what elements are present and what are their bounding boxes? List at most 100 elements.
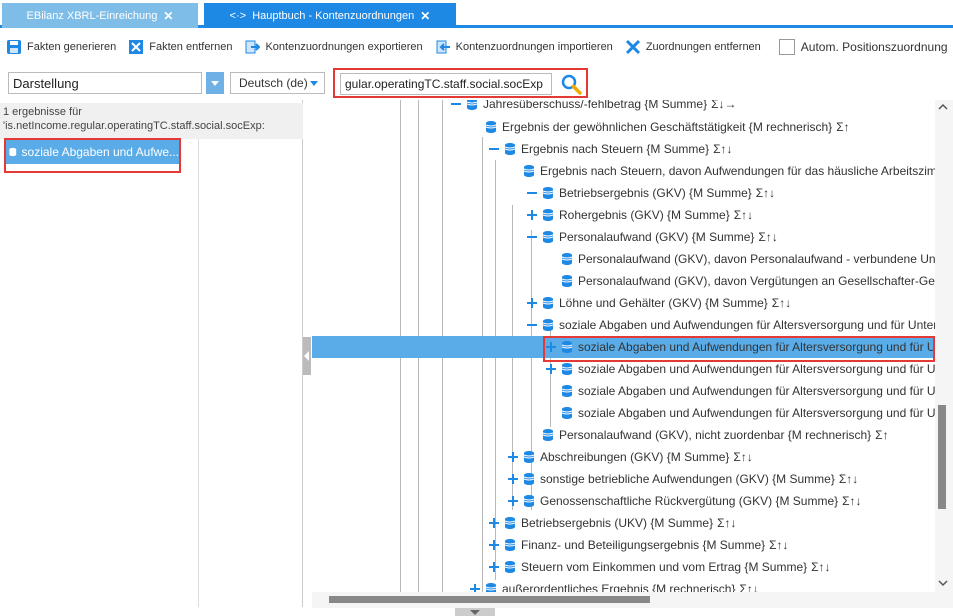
generate-facts-button[interactable]: Fakten generieren: [0, 34, 122, 60]
expand-icon[interactable]: [508, 474, 518, 484]
tree-node[interactable]: Genossenschaftliche Rückvergütung (GKV) …: [508, 492, 862, 510]
scroll-up-icon[interactable]: [938, 102, 948, 112]
tree-node-label: Löhne und Gehälter (GKV) {M Summe}: [559, 296, 768, 310]
tree-node[interactable]: soziale Abgaben und Aufwendungen für Alt…: [546, 382, 953, 400]
tree-row[interactable]: Betriebsergebnis (GKV) {M Summe} Σ↑↓: [312, 182, 953, 204]
tree-node[interactable]: außerordentliches Ergebnis {M rechnerisc…: [470, 580, 759, 592]
results-count: 1 ergebnisse für: [3, 106, 82, 118]
database-icon: [522, 472, 536, 486]
database-icon: [523, 165, 535, 177]
tree-node[interactable]: Personalaufwand (GKV) {M Summe} Σ↑↓: [527, 228, 778, 246]
database-icon: [466, 100, 478, 110]
tree-node-label: sonstige betriebliche Aufwendungen (GKV)…: [540, 472, 835, 486]
tab-ebilanz[interactable]: EBilanz XBRL-Einreichung ✕: [2, 3, 198, 28]
horizontal-scrollbar[interactable]: [312, 592, 953, 608]
expand-icon[interactable]: [489, 562, 499, 572]
auto-assign-toggle[interactable]: Autom. Positionszuordnung: [767, 39, 948, 55]
export-mappings-button[interactable]: Kontenzuordnungen exportieren: [238, 34, 428, 60]
tree-row[interactable]: Ergebnis der gewöhnlichen Geschäftstätig…: [312, 116, 953, 138]
tree-row[interactable]: soziale Abgaben und Aufwendungen für Alt…: [312, 314, 953, 336]
tree-row[interactable]: Personalaufwand (GKV), nicht zuordenbar …: [312, 424, 953, 446]
remove-facts-button[interactable]: Fakten entfernen: [122, 34, 238, 60]
tree-node[interactable]: Personalaufwand (GKV), davon Personalauf…: [546, 250, 953, 268]
close-icon[interactable]: ✕: [420, 9, 430, 23]
search-icon[interactable]: [559, 72, 583, 96]
auto-assign-checkbox[interactable]: [778, 39, 795, 55]
calc-marker: Σ↑↓: [842, 494, 862, 508]
tree-node[interactable]: Betriebsergebnis (GKV) {M Summe} Σ↑↓: [527, 184, 775, 202]
tree-node-label: Genossenschaftliche Rückvergütung (GKV) …: [540, 494, 839, 508]
import-mappings-button[interactable]: Kontenzuordnungen importieren: [429, 34, 619, 60]
expand-icon[interactable]: [527, 210, 537, 220]
calc-marker: Σ↑: [836, 120, 850, 134]
collapse-icon[interactable]: [451, 100, 461, 109]
tree-row[interactable]: Betriebsergebnis (UKV) {M Summe} Σ↑↓: [312, 512, 953, 534]
calc-marker: Σ↑↓: [838, 472, 859, 486]
scroll-down-icon[interactable]: [938, 578, 948, 588]
database-icon: [9, 147, 17, 157]
collapse-icon[interactable]: [527, 320, 537, 330]
chevron-down-icon[interactable]: [206, 72, 224, 94]
view-select[interactable]: Darstellung: [8, 72, 202, 94]
tree-node[interactable]: Finanz- und Beteiligungsergebnis {M Summ…: [489, 536, 789, 554]
vertical-scroll-thumb[interactable]: [938, 405, 946, 509]
collapse-icon[interactable]: [527, 232, 537, 242]
tree-row[interactable]: Personalaufwand (GKV) {M Summe} Σ↑↓: [312, 226, 953, 248]
tree-node-label: Abschreibungen (GKV) {M Summe}: [540, 450, 730, 464]
tree-node[interactable]: Steuern vom Einkommen und vom Ertrag {M …: [489, 558, 831, 576]
tree-node[interactable]: Personalaufwand (GKV), davon Vergütungen…: [546, 272, 953, 290]
database-icon: [560, 274, 574, 288]
tree-node[interactable]: Jahresüberschuss/-fehlbetrag {M Summe} Σ…: [451, 100, 737, 113]
tree-node[interactable]: Löhne und Gehälter (GKV) {M Summe} Σ↑↓: [527, 294, 791, 312]
vertical-scrollbar[interactable]: [935, 100, 953, 592]
results-header: 1 ergebnisse für 'is.netIncome.regular.o…: [0, 103, 303, 139]
clear-mappings-button[interactable]: Zuordnungen entfernen: [619, 34, 767, 60]
expand-icon[interactable]: [489, 540, 499, 550]
tab-hauptbuch[interactable]: <·> Hauptbuch - Kontenzuordnungen ✕: [204, 3, 456, 28]
tree-row[interactable]: Personalaufwand (GKV), davon Personalauf…: [312, 248, 953, 270]
tree-row[interactable]: soziale Abgaben und Aufwendungen für Alt…: [312, 402, 953, 424]
tree-node[interactable]: soziale Abgaben und Aufwendungen für Alt…: [546, 404, 953, 422]
tree-node[interactable]: Abschreibungen (GKV) {M Summe} Σ↑↓: [508, 448, 753, 466]
collapse-panel-handle[interactable]: [303, 337, 311, 375]
tree-row[interactable]: Ergebnis nach Steuern, davon Aufwendunge…: [312, 160, 953, 182]
tree-node[interactable]: soziale Abgaben und Aufwendungen für Alt…: [527, 316, 953, 334]
bottom-panel-handle[interactable]: [455, 608, 495, 616]
tree-node[interactable]: soziale Abgaben und Aufwendungen für Alt…: [546, 360, 953, 378]
expand-icon[interactable]: [489, 518, 499, 528]
tree-row[interactable]: außerordentliches Ergebnis {M rechnerisc…: [312, 578, 953, 592]
tree-row[interactable]: Rohergebnis (GKV) {M Summe} Σ↑↓: [312, 204, 953, 226]
close-icon[interactable]: ✕: [163, 9, 173, 23]
tree-row[interactable]: Jahresüberschuss/-fehlbetrag {M Summe} Σ…: [312, 100, 953, 115]
tree-row[interactable]: soziale Abgaben und Aufwendungen für Alt…: [312, 380, 953, 402]
tree-row[interactable]: Ergebnis nach Steuern {M Summe} Σ↑↓: [312, 138, 953, 160]
clear-mappings-label: Zuordnungen entfernen: [645, 41, 761, 53]
tree-row[interactable]: sonstige betriebliche Aufwendungen (GKV)…: [312, 468, 953, 490]
language-select[interactable]: Deutsch (de): [230, 72, 325, 94]
tree-node-label: soziale Abgaben und Aufwendungen für Alt…: [578, 406, 953, 420]
tree-node[interactable]: Personalaufwand (GKV), nicht zuordenbar …: [527, 426, 889, 444]
tree-node[interactable]: Ergebnis nach Steuern {M Summe} Σ↑↓: [489, 140, 733, 158]
expand-icon[interactable]: [546, 364, 556, 374]
tree-node[interactable]: sonstige betriebliche Aufwendungen (GKV)…: [508, 470, 858, 488]
tree-row[interactable]: Personalaufwand (GKV), davon Vergütungen…: [312, 270, 953, 292]
result-item[interactable]: soziale Abgaben und Aufwe...: [6, 140, 179, 164]
search-input[interactable]: gular.operatingTC.staff.social.socExp: [340, 73, 552, 95]
tree-row[interactable]: Löhne und Gehälter (GKV) {M Summe} Σ↑↓: [312, 292, 953, 314]
tree-node[interactable]: Ergebnis der gewöhnlichen Geschäftstätig…: [470, 118, 850, 136]
tree-row[interactable]: Abschreibungen (GKV) {M Summe} Σ↑↓: [312, 446, 953, 468]
collapse-icon[interactable]: [527, 188, 537, 198]
horizontal-scroll-thumb[interactable]: [329, 596, 650, 603]
tree-node[interactable]: Betriebsergebnis (UKV) {M Summe} Σ↑↓: [489, 514, 737, 532]
expand-icon[interactable]: [470, 584, 480, 592]
tree-row[interactable]: Genossenschaftliche Rückvergütung (GKV) …: [312, 490, 953, 512]
tree-row[interactable]: Finanz- und Beteiligungsergebnis {M Summ…: [312, 534, 953, 556]
expand-icon[interactable]: [527, 298, 537, 308]
tree-row[interactable]: Steuern vom Einkommen und vom Ertrag {M …: [312, 556, 953, 578]
expand-icon[interactable]: [508, 496, 518, 506]
expand-icon[interactable]: [508, 452, 518, 462]
collapse-icon[interactable]: [489, 144, 499, 154]
tree-node[interactable]: Rohergebnis (GKV) {M Summe} Σ↑↓: [527, 206, 753, 224]
database-icon: [503, 142, 517, 156]
tree-node[interactable]: Ergebnis nach Steuern, davon Aufwendunge…: [508, 162, 953, 180]
